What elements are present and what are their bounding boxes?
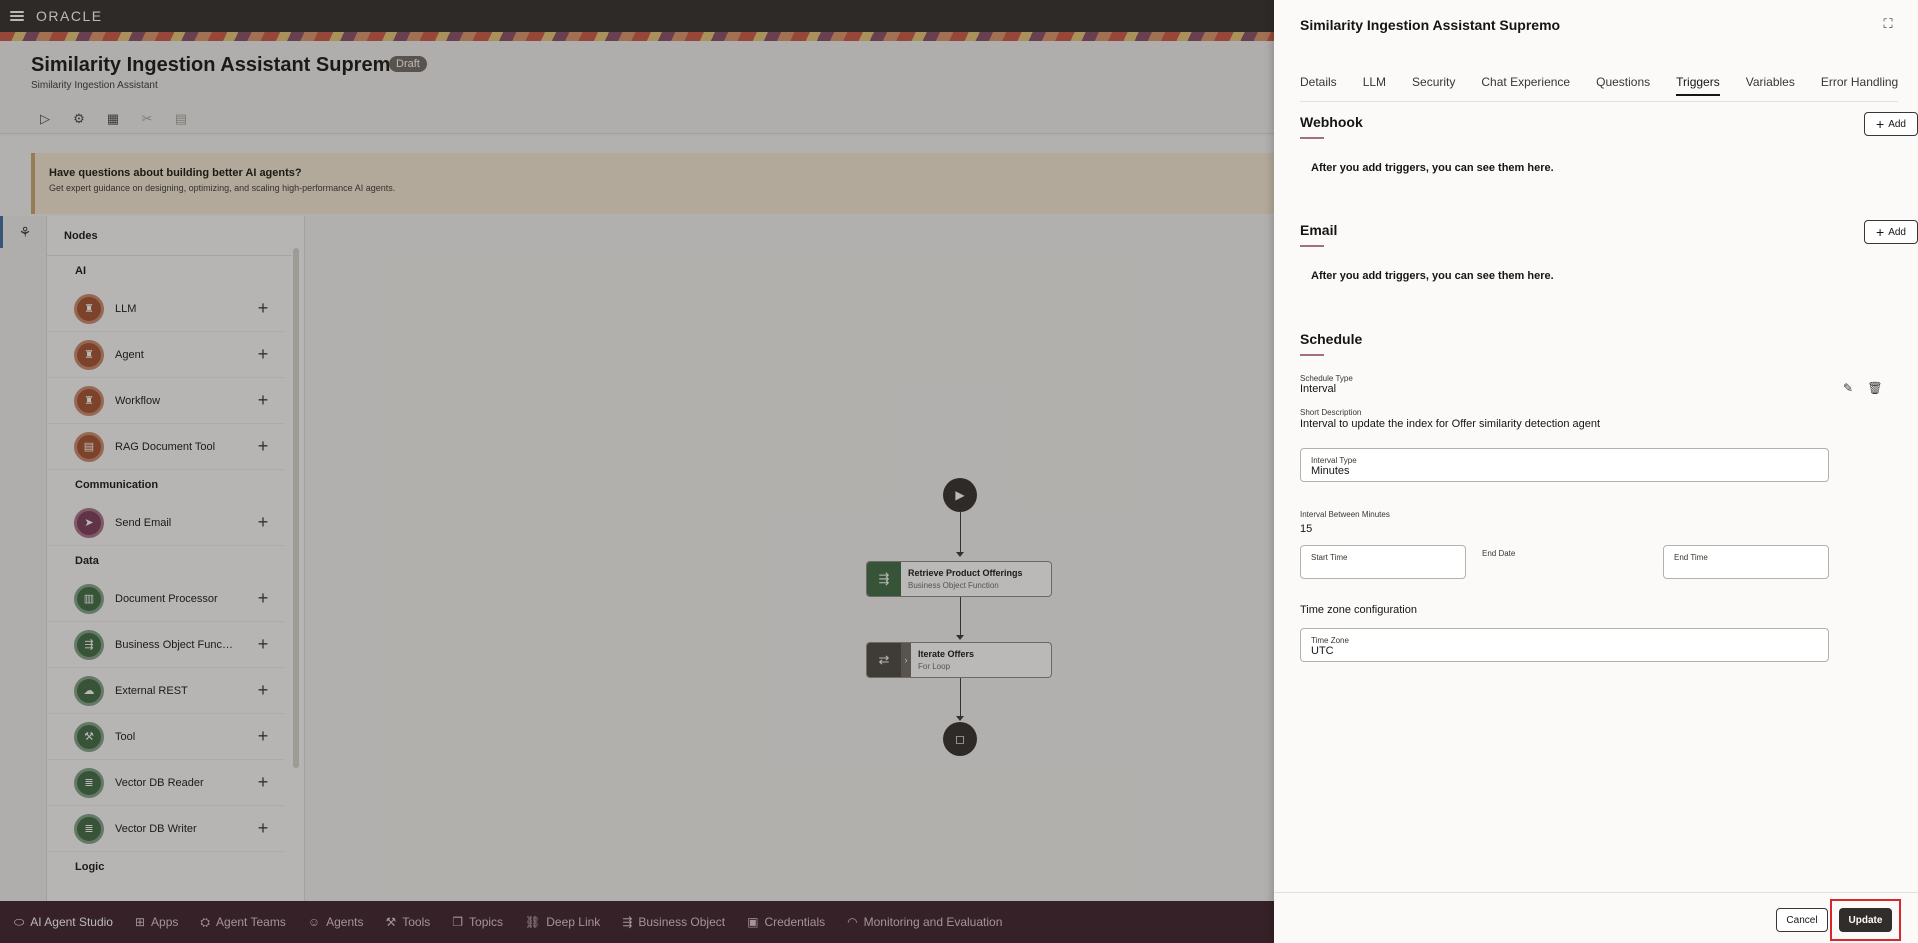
end-time-field[interactable]: End Time [1663,545,1829,579]
start-time-label: Start Time [1311,553,1348,562]
drawer-footer: Cancel Update [1274,892,1918,943]
button-label: Add [1888,118,1906,130]
heading-underline [1300,137,1324,139]
app-background: ORACLE Similarity Ingestion Assistant Su… [0,0,1274,943]
short-description-label: Short Description [1300,408,1362,417]
add-email-button[interactable]: + Add [1864,220,1918,244]
drawer-tabs: Details LLM Security Chat Experience Que… [1300,74,1918,102]
start-time-field[interactable]: Start Time [1300,545,1466,579]
timezone-value: UTC [1311,645,1334,657]
add-webhook-button[interactable]: + Add [1864,112,1918,136]
pencil-icon[interactable]: ✎ [1840,380,1856,396]
tab-llm[interactable]: LLM [1363,74,1386,102]
timezone-field[interactable]: Time Zone UTC [1300,628,1829,662]
webhook-heading: Webhook [1300,114,1363,130]
schedule-type-value: Interval [1300,383,1337,395]
interval-type-field[interactable]: Interval Type Minutes [1300,448,1829,482]
interval-between-value[interactable]: 15 [1300,523,1312,535]
heading-underline [1300,354,1324,356]
expand-icon[interactable]: ⛶ [1880,16,1896,32]
interval-type-label: Interval Type [1311,456,1357,465]
heading-underline [1300,245,1324,247]
settings-drawer: Similarity Ingestion Assistant Supremo ⛶… [1274,0,1918,943]
update-button[interactable]: Update [1839,908,1892,932]
plus-icon: + [1876,224,1885,240]
interval-type-value: Minutes [1311,465,1350,477]
timezone-label: Time Zone [1311,636,1349,645]
cancel-button[interactable]: Cancel [1776,908,1828,932]
tab-chat-experience[interactable]: Chat Experience [1481,74,1570,102]
button-label: Add [1888,226,1906,238]
modal-overlay[interactable] [0,0,1274,943]
end-time-label: End Time [1674,553,1708,562]
tabs-divider [1300,101,1898,102]
email-heading: Email [1300,222,1338,238]
interval-between-label: Interval Between Minutes [1300,510,1390,519]
tab-questions[interactable]: Questions [1596,74,1650,102]
drawer-title: Similarity Ingestion Assistant Supremo [1300,17,1561,33]
schedule-heading: Schedule [1300,331,1363,347]
tab-security[interactable]: Security [1412,74,1455,102]
trash-icon[interactable]: 🗑 [1867,380,1883,396]
tab-triggers[interactable]: Triggers [1676,74,1720,102]
short-description-value: Interval to update the index for Offer s… [1300,418,1601,430]
timezone-heading: Time zone configuration [1300,604,1417,616]
end-date-label[interactable]: End Date [1482,549,1515,558]
tab-variables[interactable]: Variables [1746,74,1795,102]
tab-details[interactable]: Details [1300,74,1337,102]
email-empty-message: After you add triggers, you can see them… [1311,270,1554,282]
tab-error-handling[interactable]: Error Handling [1821,74,1898,102]
plus-icon: + [1876,116,1885,132]
schedule-type-label: Schedule Type [1300,374,1353,383]
webhook-empty-message: After you add triggers, you can see them… [1311,162,1554,174]
